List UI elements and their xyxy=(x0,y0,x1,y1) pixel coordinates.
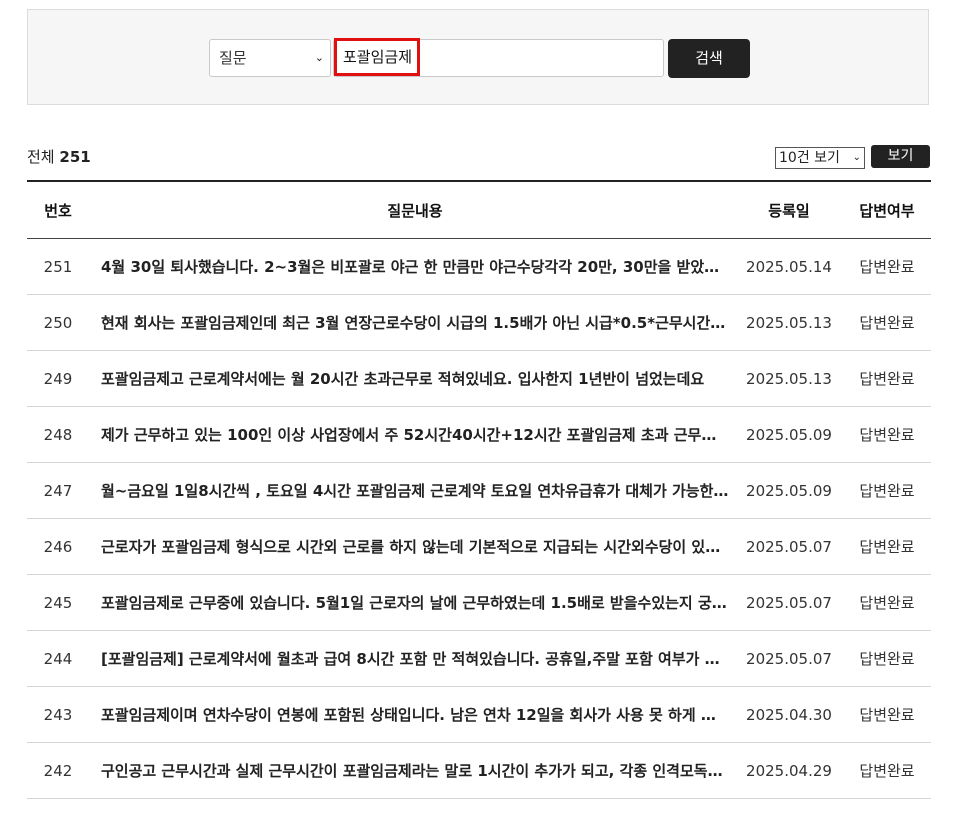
chevron-down-icon: ⌄ xyxy=(314,51,324,64)
table-row[interactable]: 243 포괄임금제이며 연차수당이 연봉에 포함된 상태입니다. 남은 연차 12… xyxy=(27,687,931,743)
row-no: 248 xyxy=(43,425,73,444)
row-question-text: 포괄임금제로 근무중에 있습니다. 5월1일 근로자의 날에 근무하였는데 1.… xyxy=(101,594,729,612)
row-no: 243 xyxy=(43,705,73,724)
header-date: 등록일 xyxy=(768,201,810,220)
row-question-text: 근로자가 포괄임금제 형식으로 시간외 근로를 하지 않는데 기본적으로 지급되… xyxy=(101,538,729,556)
row-question-link[interactable]: 근로자가 포괄임금제 형식으로 시간외 근로를 하지 않는데 기본적으로 지급되… xyxy=(101,519,729,574)
search-query-value: 포괄임금제 xyxy=(334,38,421,76)
search-input[interactable]: 포괄임금제 xyxy=(333,38,664,77)
row-question-text: 월~금요일 1일8시간씩 , 토요일 4시간 포괄임금제 근로계약 토요일 연차… xyxy=(101,482,729,500)
row-answer-status: 답변완료 xyxy=(859,762,915,780)
row-question-text: 제가 근무하고 있는 100인 이상 사업장에서 주 52시간40시간+12시간… xyxy=(101,426,729,444)
row-question-link[interactable]: 포괄임금제로 근무중에 있습니다. 5월1일 근로자의 날에 근무하였는데 1.… xyxy=(101,575,729,630)
page-size-select[interactable]: 10건 보기 ⌄ xyxy=(775,147,865,169)
row-date: 2025.05.07 xyxy=(746,649,832,668)
question-table: 번호 질문내용 등록일 답변여부 251 4월 30일 퇴사했습니다. 2~3월은… xyxy=(27,180,931,799)
row-date: 2025.05.13 xyxy=(746,369,832,388)
chevron-down-icon: ⌄ xyxy=(852,152,861,163)
total-count: 전체 251 xyxy=(27,146,91,167)
row-question-link[interactable]: 포괄임금제이며 연차수당이 연봉에 포함된 상태입니다. 남은 연차 12일을 … xyxy=(101,687,729,742)
row-no: 251 xyxy=(43,257,73,276)
table-row[interactable]: 246 근로자가 포괄임금제 형식으로 시간외 근로를 하지 않는데 기본적으로 … xyxy=(27,519,931,575)
row-question-text: 포괄임금제이며 연차수당이 연봉에 포함된 상태입니다. 남은 연차 12일을 … xyxy=(101,706,729,724)
row-question-link[interactable]: 월~금요일 1일8시간씩 , 토요일 4시간 포괄임금제 근로계약 토요일 연차… xyxy=(101,463,729,518)
row-answer-status: 답변완료 xyxy=(859,482,915,500)
header-answered: 답변여부 xyxy=(859,201,915,220)
row-no: 246 xyxy=(43,537,73,556)
view-button[interactable]: 보기 xyxy=(871,145,930,168)
table-row[interactable]: 244 [포괄임금제] 근로계약서에 월초과 급여 8시간 포함 만 적혀있습니다… xyxy=(27,631,931,687)
row-answer-status: 답변완료 xyxy=(859,650,915,668)
row-question-text: [포괄임금제] 근로계약서에 월초과 급여 8시간 포함 만 적혀있습니다. 공… xyxy=(101,650,729,668)
search-category-select[interactable]: 질문 ⌄ xyxy=(209,39,331,77)
header-question: 질문내용 xyxy=(387,201,443,220)
row-no: 249 xyxy=(43,369,73,388)
header-no: 번호 xyxy=(44,201,72,220)
row-date: 2025.05.13 xyxy=(746,313,832,332)
table-row[interactable]: 242 구인공고 근무시간과 실제 근무시간이 포괄임금제라는 말로 1시간이 추… xyxy=(27,743,931,799)
row-no: 250 xyxy=(43,313,73,332)
row-question-text: 포괄임금제고 근로계약서에는 월 20시간 초과근무로 적혀있네요. 입사한지 … xyxy=(101,370,705,388)
row-answer-status: 답변완료 xyxy=(859,314,915,332)
row-no: 247 xyxy=(43,481,73,500)
search-button[interactable]: 검색 xyxy=(668,39,750,78)
total-number: 251 xyxy=(59,148,91,166)
row-date: 2025.04.29 xyxy=(746,761,832,780)
row-answer-status: 답변완료 xyxy=(859,426,915,444)
row-date: 2025.05.07 xyxy=(746,593,832,612)
table-header: 번호 질문내용 등록일 답변여부 xyxy=(27,182,931,239)
row-answer-status: 답변완료 xyxy=(859,370,915,388)
table-row[interactable]: 248 제가 근무하고 있는 100인 이상 사업장에서 주 52시간40시간+1… xyxy=(27,407,931,463)
total-label: 전체 xyxy=(27,148,55,166)
search-panel: 질문 ⌄ 포괄임금제 검색 xyxy=(27,9,929,105)
row-answer-status: 답변완료 xyxy=(859,706,915,724)
table-row[interactable]: 250 현재 회사는 포괄임금제인데 최근 3월 연장근로수당이 시급의 1.5배… xyxy=(27,295,931,351)
row-answer-status: 답변완료 xyxy=(859,594,915,612)
row-question-link[interactable]: 포괄임금제고 근로계약서에는 월 20시간 초과근무로 적혀있네요. 입사한지 … xyxy=(101,351,729,406)
row-no: 242 xyxy=(43,761,73,780)
row-question-link[interactable]: 4월 30일 퇴사했습니다. 2~3월은 비포괄로 야근 한 만큼만 야근수당각… xyxy=(101,239,729,294)
row-date: 2025.05.09 xyxy=(746,425,832,444)
row-question-link[interactable]: 제가 근무하고 있는 100인 이상 사업장에서 주 52시간40시간+12시간… xyxy=(101,407,729,462)
row-no: 244 xyxy=(43,649,73,668)
row-date: 2025.04.30 xyxy=(746,705,832,724)
row-date: 2025.05.14 xyxy=(746,257,832,276)
row-question-text: 현재 회사는 포괄임금제인데 최근 3월 연장근로수당이 시급의 1.5배가 아… xyxy=(101,314,729,332)
page-size-value: 10건 보기 xyxy=(779,150,840,166)
row-question-text: 4월 30일 퇴사했습니다. 2~3월은 비포괄로 야근 한 만큼만 야근수당각… xyxy=(101,258,729,276)
row-question-link[interactable]: 현재 회사는 포괄임금제인데 최근 3월 연장근로수당이 시급의 1.5배가 아… xyxy=(101,295,729,350)
row-date: 2025.05.07 xyxy=(746,537,832,556)
table-row[interactable]: 245 포괄임금제로 근무중에 있습니다. 5월1일 근로자의 날에 근무하였는데… xyxy=(27,575,931,631)
row-answer-status: 답변완료 xyxy=(859,258,915,276)
row-question-link[interactable]: [포괄임금제] 근로계약서에 월초과 급여 8시간 포함 만 적혀있습니다. 공… xyxy=(101,631,729,686)
row-answer-status: 답변완료 xyxy=(859,538,915,556)
search-category-value: 질문 xyxy=(219,49,247,67)
table-row[interactable]: 249 포괄임금제고 근로계약서에는 월 20시간 초과근무로 적혀있네요. 입사… xyxy=(27,351,931,407)
row-question-text: 구인공고 근무시간과 실제 근무시간이 포괄임금제라는 말로 1시간이 추가가 … xyxy=(101,762,729,780)
table-row[interactable]: 247 월~금요일 1일8시간씩 , 토요일 4시간 포괄임금제 근로계약 토요일… xyxy=(27,463,931,519)
table-row[interactable]: 251 4월 30일 퇴사했습니다. 2~3월은 비포괄로 야근 한 만큼만 야근… xyxy=(27,239,931,295)
row-date: 2025.05.09 xyxy=(746,481,832,500)
row-no: 245 xyxy=(43,593,73,612)
row-question-link[interactable]: 구인공고 근무시간과 실제 근무시간이 포괄임금제라는 말로 1시간이 추가가 … xyxy=(101,743,729,798)
